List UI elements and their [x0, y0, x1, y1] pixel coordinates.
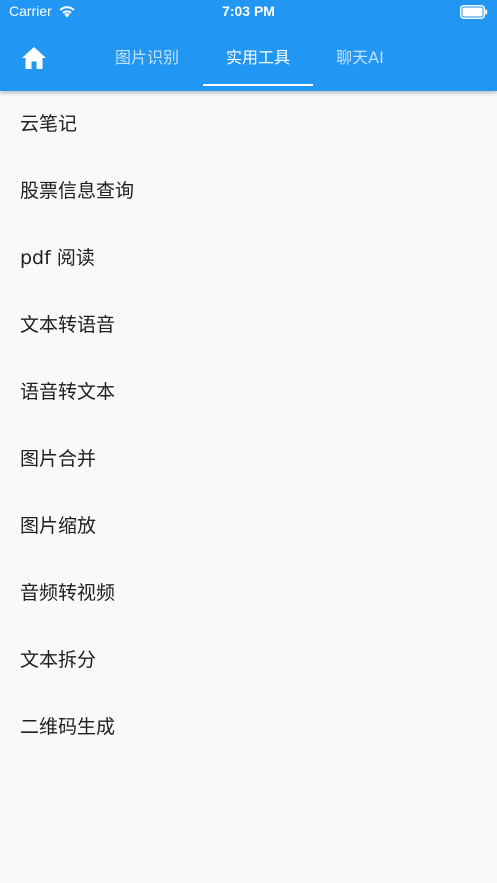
home-icon — [21, 46, 47, 70]
active-tab-indicator — [203, 84, 313, 86]
tool-list: 云笔记 股票信息查询 pdf 阅读 文本转语音 语音转文本 图片合并 图片缩放 … — [0, 91, 497, 761]
home-button[interactable] — [20, 44, 48, 72]
tool-item-audio-to-video[interactable]: 音频转视频 — [0, 560, 497, 627]
tool-item-image-resize[interactable]: 图片缩放 — [0, 493, 497, 560]
tab-utility-tools[interactable]: 实用工具 — [203, 45, 313, 71]
tab-image-recognition[interactable]: 图片识别 — [102, 45, 192, 71]
tool-item-speech-to-text[interactable]: 语音转文本 — [0, 359, 497, 426]
tool-item-qrcode-generate[interactable]: 二维码生成 — [0, 694, 497, 761]
status-bar: Carrier 7:03 PM — [0, 0, 497, 26]
tool-item-stock-query[interactable]: 股票信息查询 — [0, 158, 497, 225]
tab-chat-ai[interactable]: 聊天AI — [322, 45, 398, 71]
tool-item-image-merge[interactable]: 图片合并 — [0, 426, 497, 493]
tool-item-text-split[interactable]: 文本拆分 — [0, 627, 497, 694]
app-bar: Carrier 7:03 PM 图片识别 实用工具 聊天AI — [0, 0, 497, 91]
tool-item-cloud-notes[interactable]: 云笔记 — [0, 91, 497, 158]
clock: 7:03 PM — [222, 3, 275, 19]
tool-item-pdf-reader[interactable]: pdf 阅读 — [0, 225, 497, 292]
tool-item-text-to-speech[interactable]: 文本转语音 — [0, 292, 497, 359]
battery-icon — [460, 5, 488, 19]
